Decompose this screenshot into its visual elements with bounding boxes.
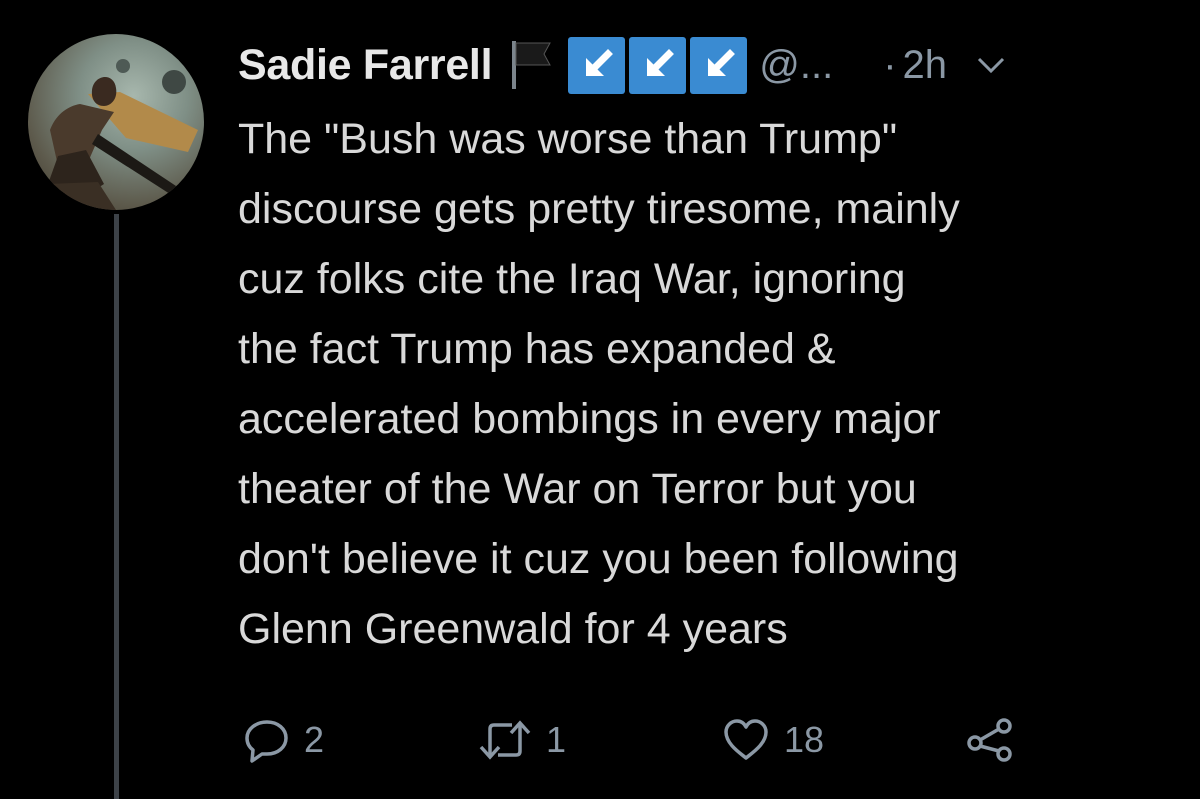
tweet-timestamp[interactable]: 2h bbox=[903, 43, 948, 88]
like-icon bbox=[724, 719, 768, 760]
avatar[interactable] bbox=[28, 34, 204, 210]
tweet-text-line: theater of the War on Terror but you bbox=[238, 465, 917, 513]
share-icon bbox=[967, 718, 1012, 762]
tweet-text-line: cuz folks cite the Iraq War, ignoring bbox=[238, 255, 906, 303]
tweet-text-line: discourse gets pretty tiresome, mainly bbox=[238, 185, 960, 233]
tweet-text: The "Bush was worse than Trump" discours… bbox=[238, 104, 1188, 664]
tweet-text-line: the fact Trump has expanded & bbox=[238, 325, 836, 373]
reply-icon bbox=[245, 720, 288, 763]
tweet-text-line: The "Bush was worse than Trump" bbox=[238, 115, 898, 163]
arrow-down-left-icon bbox=[568, 36, 626, 94]
tweet-header: Sadie Farrell @... · 2h bbox=[238, 34, 1009, 96]
retweet-count: 1 bbox=[546, 719, 567, 760]
black-flag-icon bbox=[512, 41, 552, 89]
tweet-text-line: Glenn Greenwald for 4 years bbox=[238, 605, 788, 653]
separator-dot: · bbox=[883, 42, 897, 87]
arrow-down-left-icon bbox=[690, 36, 748, 94]
retweet-icon bbox=[479, 720, 531, 760]
share-button[interactable] bbox=[964, 712, 1016, 768]
like-count: 18 bbox=[784, 719, 825, 760]
arrow-down-left-icon bbox=[629, 36, 687, 94]
retweet-button[interactable]: 1 bbox=[478, 712, 566, 768]
name-badges bbox=[568, 36, 748, 94]
tweet-text-line: don't believe it cuz you been following bbox=[238, 535, 959, 583]
like-button[interactable]: 18 bbox=[722, 712, 824, 768]
reply-button[interactable]: 2 bbox=[244, 712, 324, 768]
reply-count: 2 bbox=[304, 719, 325, 760]
chevron-down-icon[interactable] bbox=[973, 47, 1009, 83]
user-handle[interactable]: @... bbox=[759, 43, 833, 88]
display-name[interactable]: Sadie Farrell bbox=[238, 41, 493, 90]
tweet[interactable]: Sadie Farrell @... · 2h The "Bush was wo… bbox=[0, 0, 1200, 799]
tweet-text-line: accelerated bombings in every major bbox=[238, 395, 941, 443]
thread-line bbox=[114, 214, 119, 799]
tweet-actions: 2 1 18 bbox=[244, 712, 1044, 768]
